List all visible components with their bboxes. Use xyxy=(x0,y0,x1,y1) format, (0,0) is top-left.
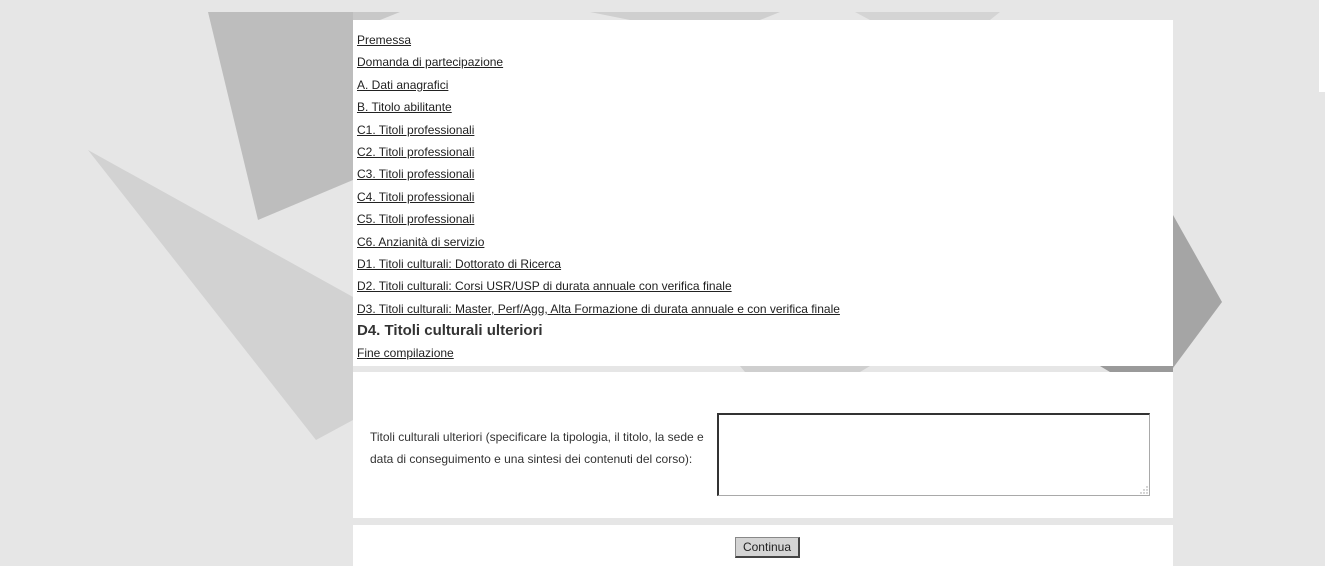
nav-link[interactable]: B. Titolo abilitante xyxy=(357,100,452,114)
nav-link[interactable]: C6. Anzianità di servizio xyxy=(357,235,484,249)
nav-item: Domanda di partecipazione xyxy=(357,51,840,73)
nav-link[interactable]: C3. Titoli professionali xyxy=(357,167,474,181)
section-navigation: Premessa Domanda di partecipazione A. Dati… xyxy=(353,20,1173,366)
resize-grip-icon[interactable] xyxy=(1139,485,1148,494)
nav-item: C1. Titoli professionali xyxy=(357,119,840,141)
nav-link[interactable]: C5. Titoli professionali xyxy=(357,212,474,226)
nav-item: B. Titolo abilitante xyxy=(357,96,840,118)
nav-item: D1. Titoli culturali: Dottorato di Ricer… xyxy=(357,253,840,275)
nav-link[interactable]: Domanda di partecipazione xyxy=(357,55,503,69)
button-bar: Continua xyxy=(353,525,1173,566)
continue-button[interactable]: Continua xyxy=(735,537,800,558)
nav-item: D3. Titoli culturali: Master, Perf/Agg, … xyxy=(357,298,840,320)
main-container: Premessa Domanda di partecipazione A. Dati… xyxy=(353,0,1173,566)
nav-item: A. Dati anagrafici xyxy=(357,74,840,96)
nav-item: C5. Titoli professionali xyxy=(357,208,840,230)
titoli-culturali-textarea[interactable] xyxy=(717,413,1150,496)
nav-item: C2. Titoli professionali xyxy=(357,141,840,163)
nav-link[interactable]: Fine compilazione xyxy=(357,346,454,360)
nav-item: C3. Titoli professionali xyxy=(357,163,840,185)
nav-link[interactable]: C2. Titoli professionali xyxy=(357,145,474,159)
form-panel: Titoli culturali ulteriori (specificare … xyxy=(353,372,1173,518)
nav-link[interactable]: C4. Titoli professionali xyxy=(357,190,474,204)
nav-link[interactable]: A. Dati anagrafici xyxy=(357,78,448,92)
nav-link[interactable]: D1. Titoli culturali: Dottorato di Ricer… xyxy=(357,257,561,271)
nav-item: C6. Anzianità di servizio xyxy=(357,231,840,253)
field-label: Titoli culturali ulteriori (specificare … xyxy=(370,430,704,466)
nav-link[interactable]: D2. Titoli culturali: Corsi USR/USP di d… xyxy=(357,279,732,293)
nav-link[interactable]: Premessa xyxy=(357,33,411,47)
nav-item: D4. Titoli culturali ulteriori xyxy=(357,322,543,340)
section-nav-list: Premessa Domanda di partecipazione A. Dati… xyxy=(357,29,840,365)
nav-item: D2. Titoli culturali: Corsi USR/USP di d… xyxy=(357,275,840,297)
nav-item: Fine compilazione xyxy=(357,342,840,364)
nav-link[interactable]: D3. Titoli culturali: Master, Perf/Agg, … xyxy=(357,302,840,316)
nav-item: Premessa xyxy=(357,29,840,51)
nav-item: C4. Titoli professionali xyxy=(357,186,840,208)
right-edge-strip xyxy=(1319,0,1325,92)
nav-link[interactable]: C1. Titoli professionali xyxy=(357,123,474,137)
